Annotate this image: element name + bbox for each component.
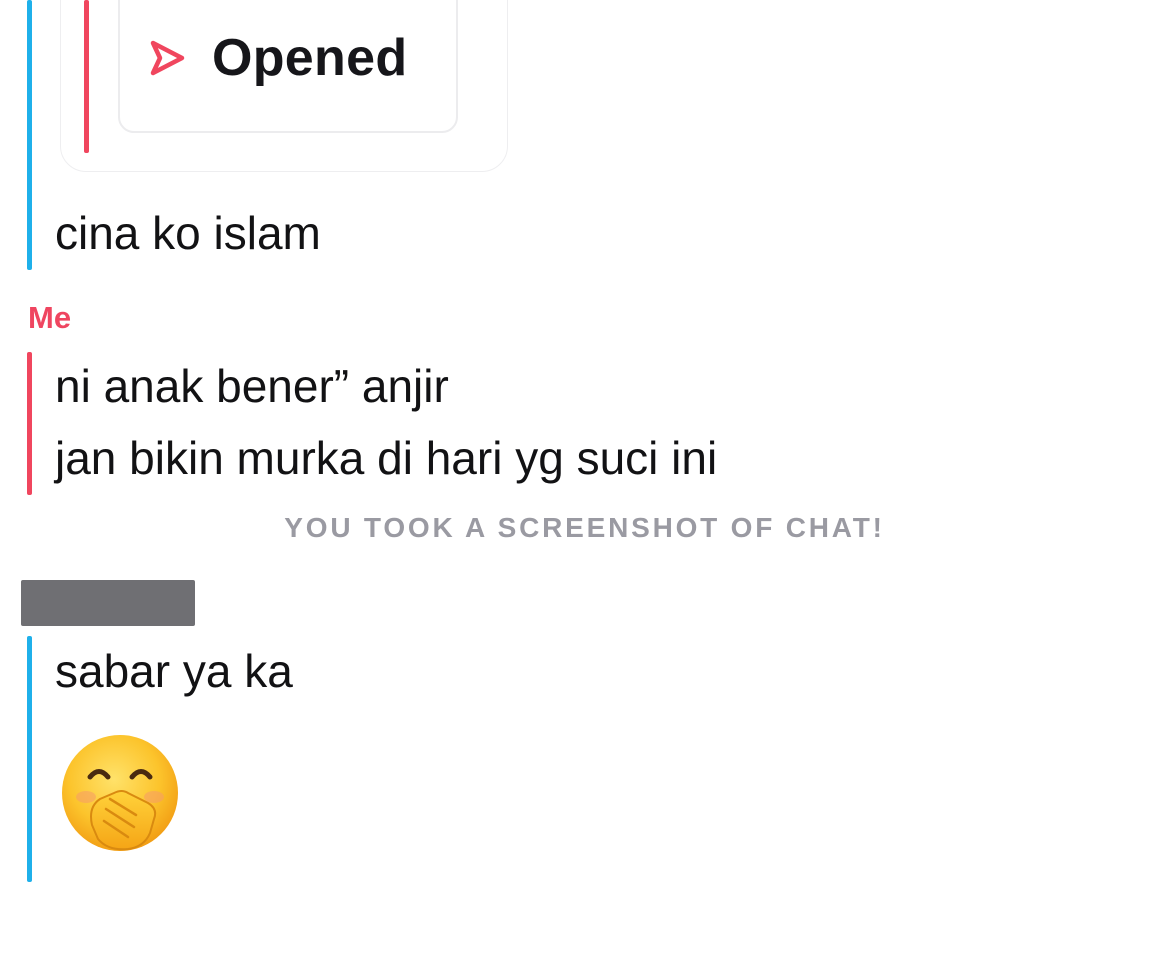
opened-status: Opened	[148, 28, 407, 88]
my-message-text-1: ni anak bener” anjir	[55, 360, 449, 412]
my-message-bar	[27, 352, 32, 495]
friend-message-bar	[27, 0, 32, 270]
friend-message-text: cina ko islam	[55, 207, 321, 259]
friend-message-text-2: sabar ya ka	[55, 645, 293, 697]
screenshot-notice: YOU TOOK A SCREENSHOT OF CHAT!	[284, 512, 885, 543]
face-with-hand-over-mouth-icon[interactable]	[58, 733, 182, 857]
opened-label: Opened	[212, 29, 408, 87]
redacted-sender-name	[21, 580, 195, 626]
my-message-text-2: jan bikin murka di hari yg suci ini	[55, 432, 718, 484]
sender-label-me: Me	[28, 300, 72, 335]
quoted-snap-bar	[84, 0, 89, 153]
friend-message-bar-2	[27, 636, 32, 882]
opened-arrow-icon	[150, 40, 185, 76]
